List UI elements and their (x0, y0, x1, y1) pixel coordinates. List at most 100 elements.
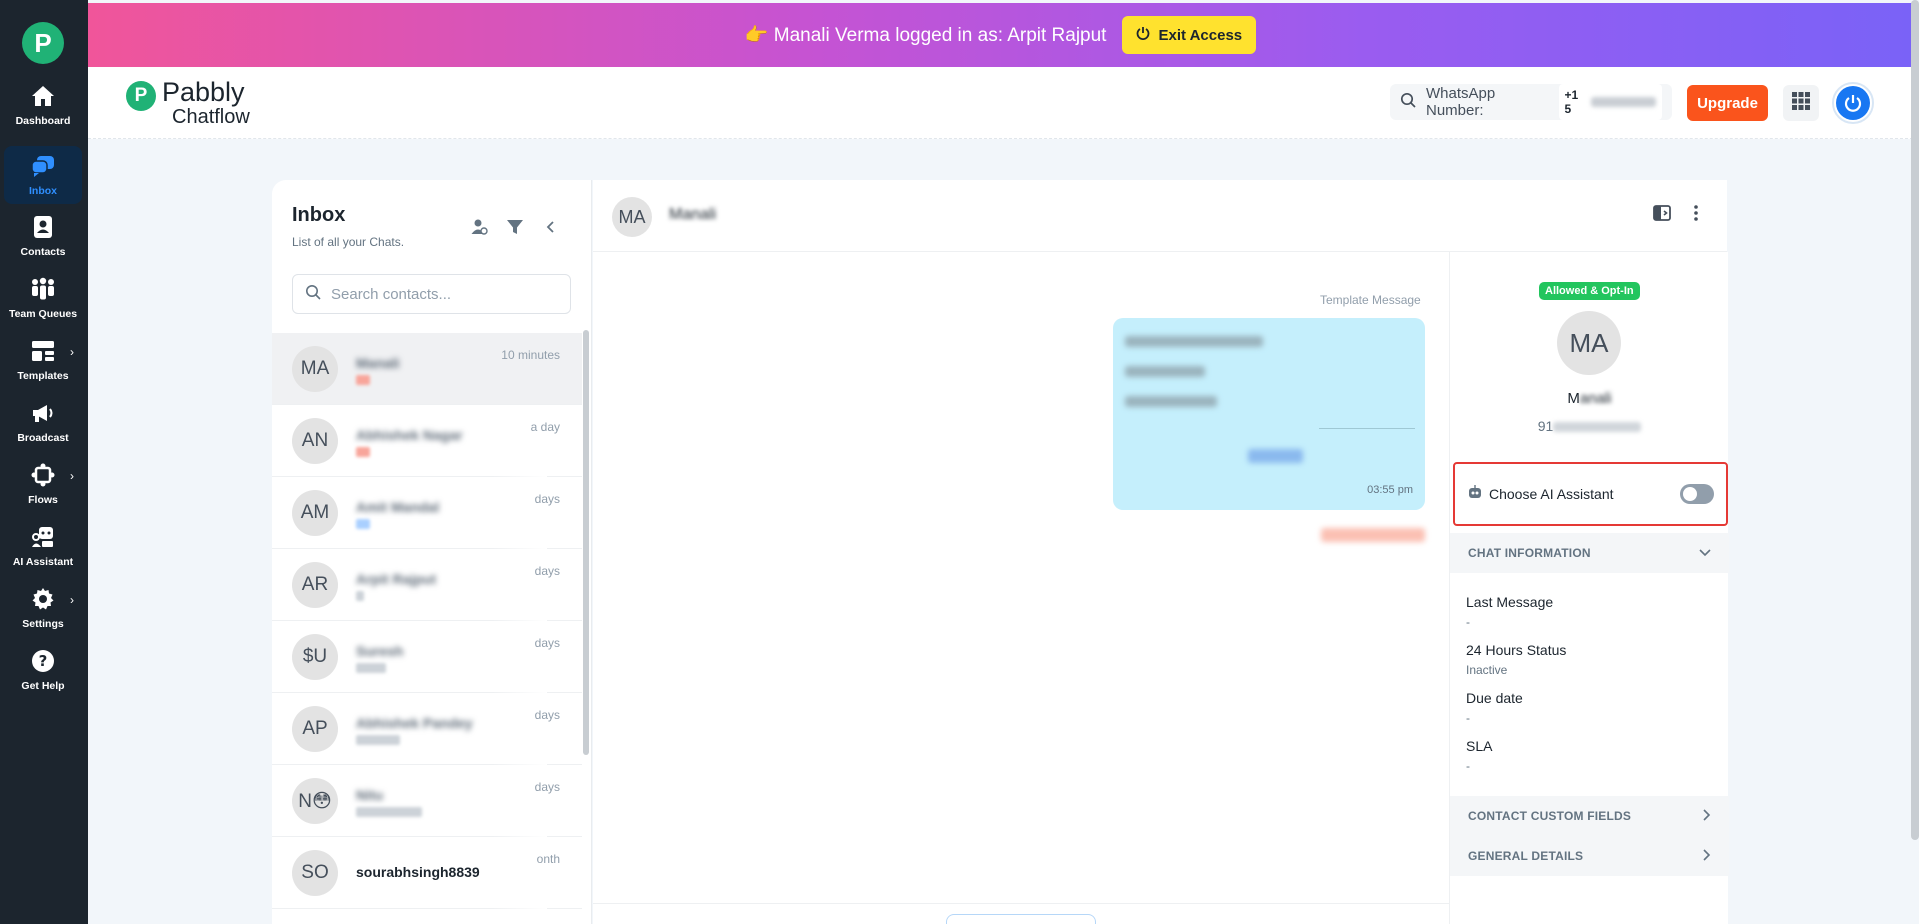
sidebar-item-templates[interactable]: Templates › (4, 331, 82, 389)
chat-list-item[interactable]: MA Manali 10 minutes (272, 333, 582, 405)
contact-avatar: AN (292, 418, 338, 464)
exit-access-label: Exit Access (1158, 26, 1243, 44)
sidebar-item-label: Broadcast (17, 432, 69, 444)
logo-line-2: Chatflow (172, 106, 250, 128)
choose-ai-assistant-label: Choose AI Assistant (1489, 486, 1614, 502)
more-vertical-icon[interactable] (1693, 204, 1699, 227)
contact-custom-fields-header[interactable]: CONTACT CUSTOM FIELDS (1450, 796, 1729, 836)
chevron-right-icon: › (70, 345, 74, 359)
redacted-phone (1553, 422, 1642, 433)
inbox-toolbar (468, 216, 562, 238)
conversation-header: MA Manali (593, 180, 1727, 252)
chat-information-header[interactable]: CHAT INFORMATION (1450, 533, 1729, 573)
sidebar-item-contacts[interactable]: Contacts (4, 207, 82, 265)
contact-book-icon (30, 214, 56, 240)
chat-time: onth (536, 852, 560, 866)
sidebar-item-label: Contacts (20, 246, 66, 258)
chat-time: days (534, 492, 560, 506)
contact-phone-prefix: 91 (1537, 418, 1554, 434)
row-fade (492, 477, 547, 549)
filter-icon[interactable] (504, 216, 526, 238)
contact-name: Manali (356, 355, 400, 371)
message-composer (593, 903, 1449, 924)
chat-list-item[interactable]: AN Abhishek Nagar a day (272, 405, 582, 477)
sidebar-item-flows[interactable]: Flows › (4, 455, 82, 513)
team-icon (30, 276, 56, 302)
chat-list-item[interactable]: AM Amit Mandal days (272, 477, 582, 549)
chat-list-item[interactable]: AP Abhishek Pandey days (272, 693, 582, 765)
sidebar-item-team-queues[interactable]: Team Queues (4, 269, 82, 327)
chat-list-item[interactable]: N😳 Nitu days (272, 765, 582, 837)
chat-time: days (534, 708, 560, 722)
contact-name: Nitu (356, 787, 384, 803)
message-preview (356, 375, 370, 385)
sidebar-item-settings[interactable]: Settings › (4, 579, 82, 637)
contact-name: Amit Mandal (356, 499, 440, 515)
pabbly-chatflow-logo[interactable]: P Pabbly Chatflow (126, 79, 250, 127)
exit-access-button[interactable]: Exit Access (1122, 16, 1257, 54)
power-icon (1136, 26, 1150, 44)
conversation-panel: MA Manali Template Message 03:55 pm (593, 180, 1727, 924)
sidebar-item-broadcast[interactable]: Broadcast (4, 393, 82, 451)
chat-list-scrollbar[interactable] (583, 330, 589, 755)
contact-name: Abhishek Nagar (356, 427, 463, 443)
message-time: 03:55 pm (1367, 484, 1413, 496)
search-icon (305, 284, 321, 305)
field-value: - (1466, 759, 1470, 773)
sidebar-item-dashboard[interactable]: Dashboard (4, 76, 82, 134)
field-value: - (1466, 615, 1470, 629)
home-icon (30, 83, 56, 109)
page-scrollbar[interactable] (1911, 0, 1919, 840)
chevron-right-icon: › (70, 469, 74, 483)
collapse-chevron-icon[interactable] (540, 216, 562, 238)
chat-time: a day (530, 420, 560, 434)
whatsapp-number-selector[interactable]: WhatsApp Number: +1 5 (1390, 84, 1672, 120)
account-avatar[interactable] (1832, 82, 1874, 124)
row-fade (492, 765, 547, 837)
sidebar-item-get-help[interactable]: ? Get Help (4, 641, 82, 699)
message-preview (356, 447, 370, 457)
field-key: Last Message (1466, 594, 1554, 610)
chat-list: MA Manali 10 minutes AN Abhishek Nagar a… (272, 333, 582, 909)
message-preview (356, 519, 370, 529)
chat-list-item[interactable]: AR Arpit Rajput days (272, 549, 582, 621)
toggle-panel-icon[interactable] (1653, 204, 1671, 227)
message-button-link[interactable] (1248, 449, 1303, 463)
whatsapp-number-value: +1 5 (1558, 84, 1662, 120)
general-details-header[interactable]: GENERAL DETAILS (1450, 836, 1729, 876)
inbox-panel: Inbox List of all your Chats. MA Manali … (272, 180, 592, 924)
composer-action-button[interactable] (946, 914, 1096, 924)
apps-grid-button[interactable] (1783, 85, 1819, 121)
whatsapp-number-prefix: +1 5 (1564, 88, 1579, 116)
robot-icon (1467, 484, 1483, 505)
pabbly-logo-icon[interactable]: P (22, 22, 64, 64)
ai-assistant-toggle[interactable] (1680, 484, 1714, 504)
chat-list-item[interactable]: SO sourabhsingh8839 onth (272, 837, 582, 909)
top-header: P Pabbly Chatflow WhatsApp Number: +1 5 … (88, 67, 1913, 139)
assign-user-icon[interactable] (468, 216, 490, 238)
contact-name: Arpit Rajput (356, 571, 437, 587)
contact-avatar: MA (292, 346, 338, 392)
whatsapp-number-label: WhatsApp Number: (1426, 85, 1496, 119)
inbox-subtitle: List of all your Chats. (292, 235, 405, 249)
sidebar-item-inbox[interactable]: Inbox (4, 146, 82, 204)
ai-assistant-icon (30, 524, 56, 550)
gear-icon (30, 586, 56, 612)
field-key: 24 Hours Status (1466, 642, 1567, 658)
upgrade-button[interactable]: Upgrade (1687, 85, 1768, 121)
field-key: SLA (1466, 738, 1493, 754)
chat-time: days (534, 780, 560, 794)
sidebar-item-ai-assistant[interactable]: AI Assistant (4, 517, 82, 575)
field-key: Due date (1466, 690, 1523, 706)
chat-information-title: CHAT INFORMATION (1468, 546, 1591, 560)
contact-avatar-large: MA (1557, 311, 1621, 375)
chevron-down-icon (1699, 546, 1711, 560)
redacted-message-line (1125, 336, 1263, 347)
template-message-label: Template Message (1320, 293, 1421, 307)
contact-name: Manali (1450, 390, 1729, 407)
chat-list-item[interactable]: $U Suresh days (272, 621, 582, 693)
impersonation-banner: 👉 Manali Verma logged in as: Arpit Rajpu… (88, 3, 1913, 67)
sidebar-item-label: Templates (17, 370, 69, 382)
chat-time: 10 minutes (501, 348, 560, 362)
search-contacts-input[interactable] (331, 285, 551, 303)
